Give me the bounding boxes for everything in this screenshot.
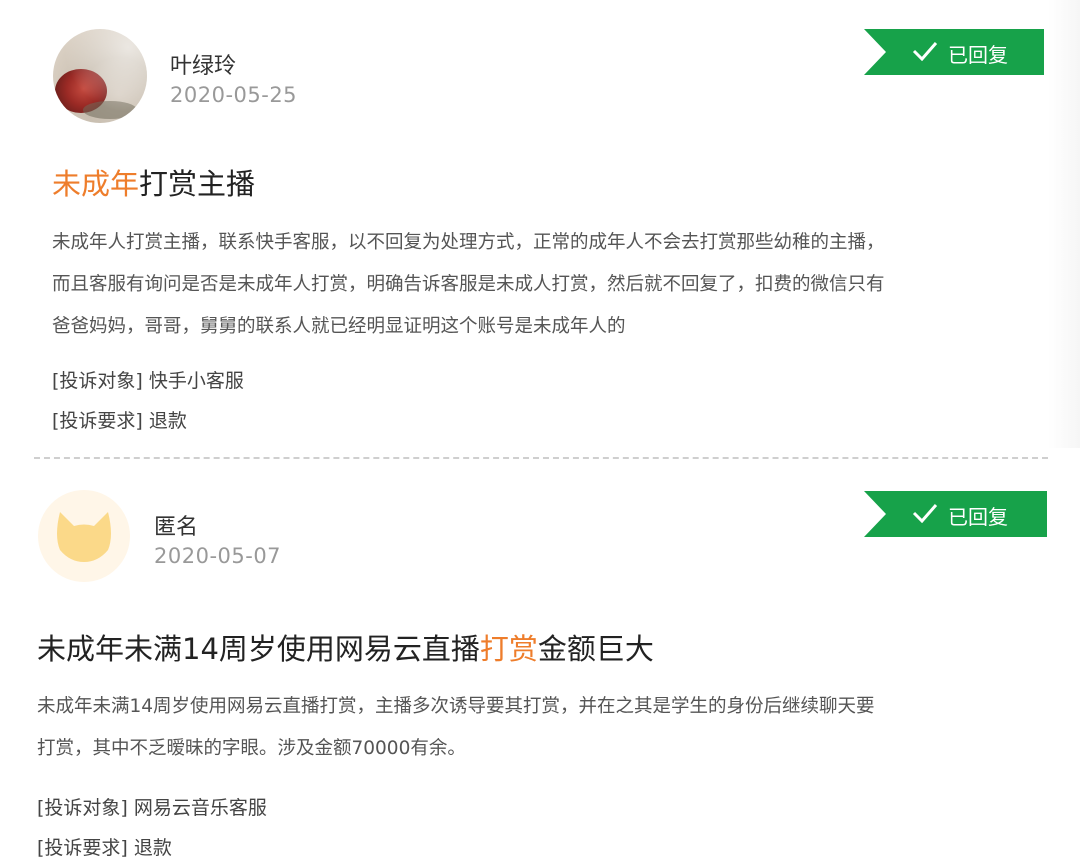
complaint-date: 2020-05-25 (170, 83, 298, 107)
user-name[interactable]: 叶绿玲 (170, 48, 236, 80)
check-icon (912, 42, 938, 61)
complaint-target: [投诉对象] 网易云音乐客服 (37, 793, 267, 820)
check-icon (912, 504, 938, 523)
complaint-body: 未成年未满14周岁使用网易云直播打赏，主播多次诱导要其打赏，并在之其是学生的身份… (37, 686, 875, 770)
avatar[interactable] (53, 29, 147, 123)
status-label: 已回复 (948, 505, 1008, 529)
target-label: [投诉对象] (37, 797, 128, 819)
complaint-title[interactable]: 未成年未满14周岁使用网易云直播打赏金额巨大 (37, 626, 654, 668)
title-highlight: 未成年 (52, 167, 140, 201)
target-value: 快手小客服 (148, 370, 244, 392)
body-line: 未成年未满14周岁使用网易云直播打赏，主播多次诱导要其打赏，并在之其是学生的身份… (37, 696, 875, 717)
complaint-body: 未成年人打赏主播，联系快手客服，以不回复为处理方式，正常的成年人不会去打赏那些幼… (52, 222, 885, 348)
complaint-title[interactable]: 未成年打赏主播 (52, 161, 255, 203)
status-badge: 已回复 (864, 29, 1044, 75)
body-line: 而且客服有询问是否是未成年人打赏，明确告诉客服是未成人打赏，然后就不回复了，扣费… (52, 274, 885, 295)
complaint-date: 2020-05-07 (154, 544, 282, 568)
user-name[interactable]: 匿名 (154, 509, 198, 541)
complaint-demand: [投诉要求] 退款 (37, 833, 172, 860)
title-text: 打赏主播 (139, 167, 256, 201)
avatar[interactable] (38, 490, 130, 582)
body-line: 未成年人打赏主播，联系快手客服，以不回复为处理方式，正常的成年人不会去打赏那些幼… (52, 232, 885, 253)
complaint-target: [投诉对象] 快手小客服 (52, 366, 244, 393)
status-badge: 已回复 (864, 491, 1047, 537)
demand-label: [投诉要求] (52, 410, 143, 432)
status-label: 已回复 (948, 43, 1008, 67)
body-line: 打赏，其中不乏暧昧的字眼。涉及金额70000有余。 (37, 738, 466, 759)
body-line: 爸爸妈妈，哥哥，舅舅的联系人就已经明显证明这个账号是未成年人的 (52, 316, 626, 337)
avatar-highlight (53, 29, 147, 123)
demand-label: [投诉要求] (37, 837, 128, 859)
complaint-card[interactable]: 叶绿玲 2020-05-25 已回复 未成年打赏主播 未成年人打赏主播，联系快手… (0, 0, 1080, 455)
title-highlight: 打赏 (479, 632, 538, 666)
demand-value: 退款 (133, 837, 172, 859)
cat-avatar-icon (57, 512, 111, 562)
title-text: 未成年未满14周岁使用网易云直播 (37, 632, 480, 666)
target-label: [投诉对象] (52, 370, 143, 392)
target-value: 网易云音乐客服 (133, 797, 267, 819)
complaint-demand: [投诉要求] 退款 (52, 406, 187, 433)
title-text-end: 金额巨大 (537, 632, 654, 666)
demand-value: 退款 (148, 410, 187, 432)
